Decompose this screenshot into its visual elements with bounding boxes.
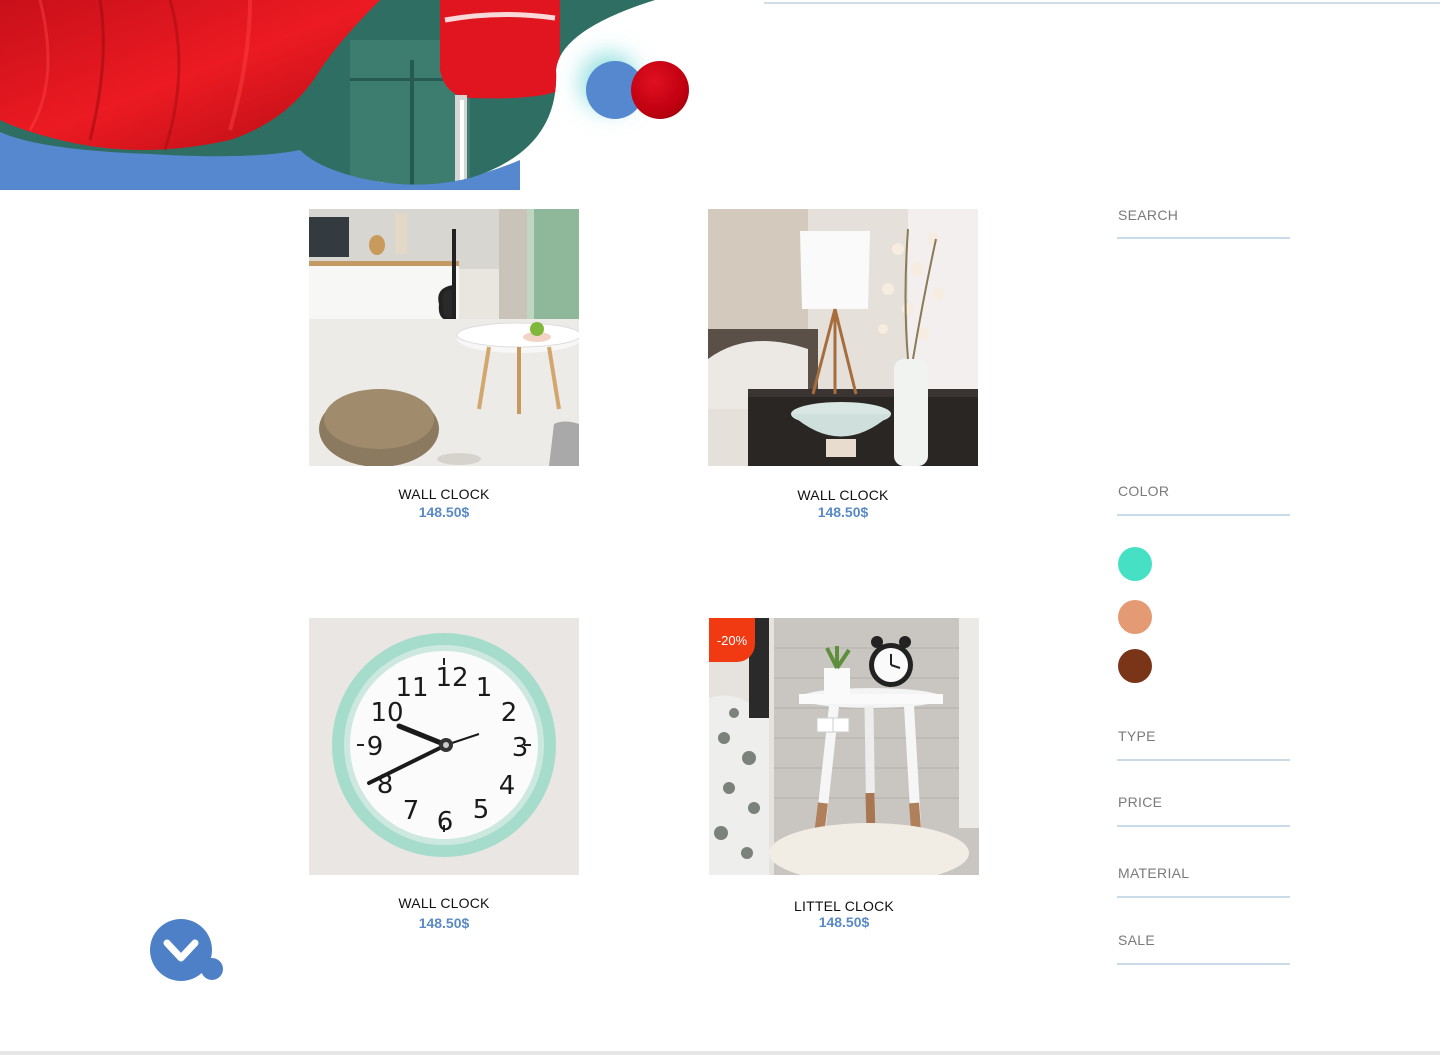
product-card[interactable]: WALL CLOCK 148.50$ (708, 209, 978, 520)
search-filter[interactable]: SEARCH (1117, 207, 1290, 239)
sale-badge: -20% (709, 618, 755, 662)
product-price: 148.50$ (418, 504, 470, 520)
product-price: 148.50$ (418, 915, 470, 931)
svg-text:1: 1 (476, 673, 493, 703)
price-filter[interactable]: PRICE (1117, 794, 1290, 827)
sale-filter-label[interactable]: SALE (1117, 932, 1290, 948)
color-swatch-turquoise[interactable] (1118, 547, 1152, 581)
brand-logo[interactable] (150, 919, 224, 981)
sale-filter[interactable]: SALE (1117, 932, 1290, 965)
search-label[interactable]: SEARCH (1117, 207, 1290, 223)
product-name[interactable]: LITTEL CLOCK (709, 898, 979, 914)
product-name[interactable]: WALL CLOCK (309, 486, 579, 502)
product-image[interactable] (708, 209, 978, 466)
chevron-down-icon (150, 919, 223, 981)
svg-text:12: 12 (435, 663, 468, 693)
sale-underline (1117, 963, 1290, 965)
product-price: 148.50$ (817, 504, 869, 520)
product-image[interactable]: 12 1 2 3 4 5 6 7 8 9 10 11 (309, 618, 579, 875)
product-name[interactable]: WALL CLOCK (708, 487, 978, 503)
price-filter-label[interactable]: PRICE (1117, 794, 1290, 810)
product-card[interactable]: WALL CLOCK 148.50$ (309, 209, 579, 520)
material-underline (1117, 896, 1290, 898)
material-filter[interactable]: MATERIAL (1117, 865, 1290, 898)
product-image[interactable] (309, 209, 579, 466)
product-card[interactable]: -20% LITTEL CLOCK 148.50$ (709, 618, 979, 930)
svg-text:2: 2 (501, 698, 518, 728)
product-price: 148.50$ (818, 914, 870, 930)
color-swatch-peach[interactable] (1118, 600, 1152, 634)
footer-divider (0, 1051, 1440, 1055)
price-underline (1117, 825, 1290, 827)
type-underline (1117, 759, 1290, 761)
svg-text:9: 9 (367, 732, 384, 762)
svg-text:5: 5 (473, 795, 490, 825)
color-filter-label[interactable]: COLOR (1117, 483, 1290, 499)
color-filter[interactable]: COLOR (1117, 483, 1290, 516)
color-underline (1117, 514, 1290, 516)
material-filter-label[interactable]: MATERIAL (1117, 865, 1290, 881)
svg-text:3: 3 (512, 733, 529, 763)
type-filter-label[interactable]: TYPE (1117, 728, 1290, 744)
svg-text:11: 11 (395, 673, 428, 703)
product-image[interactable]: -20% (709, 618, 979, 875)
top-divider (764, 2, 1440, 4)
product-card[interactable]: 12 1 2 3 4 5 6 7 8 9 10 11 WALL CLOCK 14… (309, 618, 579, 931)
decor-dot-red (631, 61, 689, 119)
color-swatch-brown[interactable] (1118, 649, 1152, 683)
svg-text:7: 7 (403, 796, 420, 826)
svg-text:4: 4 (499, 771, 516, 801)
search-underline (1117, 237, 1290, 239)
type-filter[interactable]: TYPE (1117, 728, 1290, 761)
svg-text:6: 6 (437, 807, 454, 837)
product-name[interactable]: WALL CLOCK (309, 895, 579, 911)
